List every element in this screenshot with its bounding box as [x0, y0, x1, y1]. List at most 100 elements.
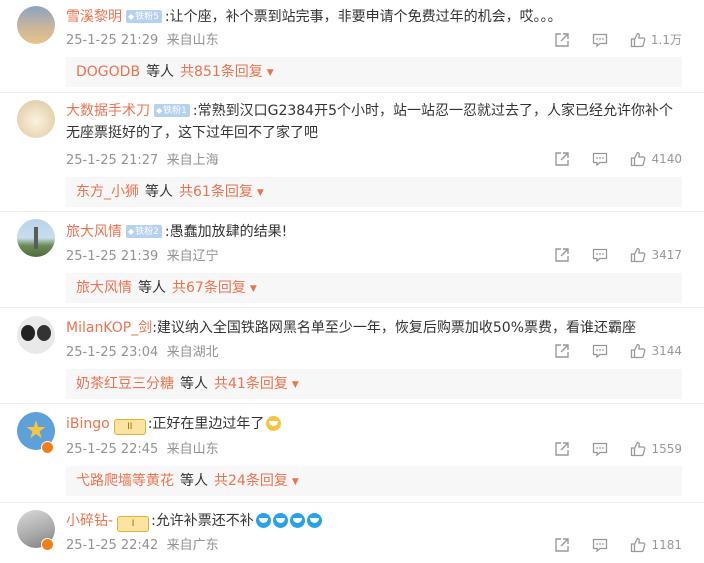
comment-username[interactable]: 小碎钻-	[66, 513, 113, 529]
reply-username[interactable]: 弋路爬墙等黄花	[76, 473, 174, 489]
avatar[interactable]	[17, 316, 55, 354]
crying-emoji-icon	[255, 513, 271, 528]
comment-text: :建议纳入全国铁路网黑名单至少一年，恢复后购票加收50%票费，看谁还霸座	[152, 320, 637, 336]
like-button[interactable]: 4140	[630, 151, 682, 167]
reply-username[interactable]: 旅大风情	[76, 280, 132, 296]
divider	[0, 211, 704, 212]
comment-actions: 1559	[532, 441, 682, 457]
reply-summary[interactable]: 弋路爬墙等黄花 等人 共24条回复 ▼	[66, 466, 682, 496]
verified-icon	[41, 538, 54, 551]
fan-badge-label: 铁粉1	[163, 106, 187, 116]
chevron-down-icon[interactable]: ▼	[292, 380, 299, 390]
comment-actions: 3417	[532, 247, 682, 263]
comment-meta: 25-1-25 22:42 来自广东	[66, 537, 219, 555]
reply-count[interactable]: 共67条回复	[172, 280, 246, 296]
like-count: 3417	[651, 248, 682, 262]
comment-time: 25-1-25 21:27	[66, 153, 159, 168]
comment-head: iBingo II:正好在里边过年了	[66, 413, 682, 435]
reply-summary[interactable]: 东方_小狮 等人 共61条回复 ▼	[66, 177, 682, 207]
reply-summary[interactable]: 奶茶红豆三分糖 等人 共41条回复 ▼	[66, 369, 682, 399]
reply-summary[interactable]: 旅大风情 等人 共67条回复 ▼	[66, 273, 682, 303]
avatar[interactable]	[17, 219, 55, 257]
share-button[interactable]	[554, 151, 570, 167]
reply-others-label: 等人	[145, 184, 173, 200]
laughing-emoji-icon	[266, 416, 282, 431]
divider	[0, 307, 704, 308]
comment-head: 旅大风情 ◆铁粉2:愚蠢加放肆的结果!	[66, 221, 682, 243]
comment-time: 25-1-25 22:45	[66, 442, 159, 457]
crying-emoji-icon	[272, 513, 288, 528]
crying-emoji-icon	[306, 513, 322, 528]
comment-actions: 1.1万	[532, 31, 682, 48]
like-button[interactable]: 1559	[630, 441, 682, 457]
share-button[interactable]	[554, 247, 570, 263]
reply-count[interactable]: 共41条回复	[214, 376, 288, 392]
comment-time: 25-1-25 23:04	[66, 345, 159, 360]
fan-badge-label: 铁粉5	[135, 12, 159, 22]
comment-time: 25-1-25 22:42	[66, 538, 159, 553]
crown-badge: I	[117, 516, 150, 532]
comment-username[interactable]: 旅大风情	[66, 224, 122, 240]
share-button[interactable]	[554, 343, 570, 359]
comment-button[interactable]	[592, 537, 608, 553]
comment-username[interactable]: MilanKOP_剑	[66, 320, 152, 336]
comment-username[interactable]: iBingo	[66, 416, 110, 432]
share-button[interactable]	[554, 441, 570, 457]
thumbs-up-icon	[631, 247, 646, 263]
comment-icon	[593, 344, 608, 359]
chevron-down-icon[interactable]: ▼	[257, 188, 264, 198]
comment-button[interactable]	[592, 32, 608, 48]
comment-location: 来自广东	[166, 538, 219, 553]
reply-username[interactable]: 东方_小狮	[76, 184, 139, 200]
comment-icon	[593, 152, 608, 167]
comment-button[interactable]	[592, 151, 608, 167]
comment-location: 来自山东	[166, 442, 219, 457]
chevron-down-icon[interactable]: ▼	[292, 477, 299, 487]
crying-emoji-icon	[289, 513, 305, 528]
comment-button[interactable]	[592, 441, 608, 457]
reply-count[interactable]: 共61条回复	[179, 184, 253, 200]
avatar[interactable]	[17, 100, 55, 138]
comment-icon	[593, 248, 608, 263]
reply-count[interactable]: 共24条回复	[214, 473, 288, 489]
reply-count[interactable]: 共851条回复	[180, 64, 263, 80]
thumbs-up-icon	[631, 441, 646, 457]
comment-meta: 25-1-25 22:45 来自山东	[66, 441, 219, 459]
reply-username[interactable]: 奶茶红豆三分糖	[76, 376, 174, 392]
comment-button[interactable]	[592, 343, 608, 359]
like-button[interactable]: 3144	[630, 343, 682, 359]
like-count: 1.1万	[650, 33, 682, 47]
comment-location: 来自山东	[166, 33, 219, 48]
reply-others-label: 等人	[180, 376, 208, 392]
share-icon	[555, 32, 569, 47]
comment-actions: 3144	[532, 343, 682, 359]
chevron-down-icon[interactable]: ▼	[267, 68, 274, 78]
share-button[interactable]	[554, 537, 570, 553]
comment-button[interactable]	[592, 247, 608, 263]
comment-icon	[592, 33, 608, 47]
comment-username[interactable]: 雪溪黎明	[66, 9, 122, 25]
comment-username[interactable]: 大数据手术刀	[66, 103, 150, 119]
fan-badge-label: 铁粉2	[135, 227, 159, 237]
share-icon	[555, 248, 570, 262]
like-button[interactable]: 1181	[630, 537, 682, 553]
avatar[interactable]	[17, 6, 55, 44]
crown-badge: II	[113, 419, 146, 435]
like-button[interactable]: 1.1万	[630, 31, 682, 48]
like-button[interactable]: 3417	[630, 247, 682, 263]
share-button[interactable]	[554, 32, 570, 48]
thumbs-up-icon	[630, 32, 646, 47]
reply-summary[interactable]: DOGODB 等人 共851条回复 ▼	[66, 57, 682, 87]
divider	[0, 403, 704, 404]
fan-badge: ◆铁粉5	[126, 10, 162, 23]
comment-meta: 25-1-25 21:39 来自辽宁	[66, 248, 219, 266]
reply-username[interactable]: DOGODB	[76, 64, 140, 80]
comment-location: 来自湖北	[166, 345, 219, 360]
like-count: 1181	[651, 538, 682, 552]
like-count: 1559	[651, 442, 682, 456]
comment-icon	[593, 538, 608, 553]
chevron-down-icon[interactable]: ▼	[250, 284, 257, 294]
comment-actions: 4140	[532, 151, 682, 167]
comment-location: 来自上海	[166, 153, 219, 168]
comment-feed: 雪溪黎明 ◆铁粉5:让个座，补个票到站完事，非要申请个免费过年的机会，哎。。。 2…	[0, 0, 704, 563]
